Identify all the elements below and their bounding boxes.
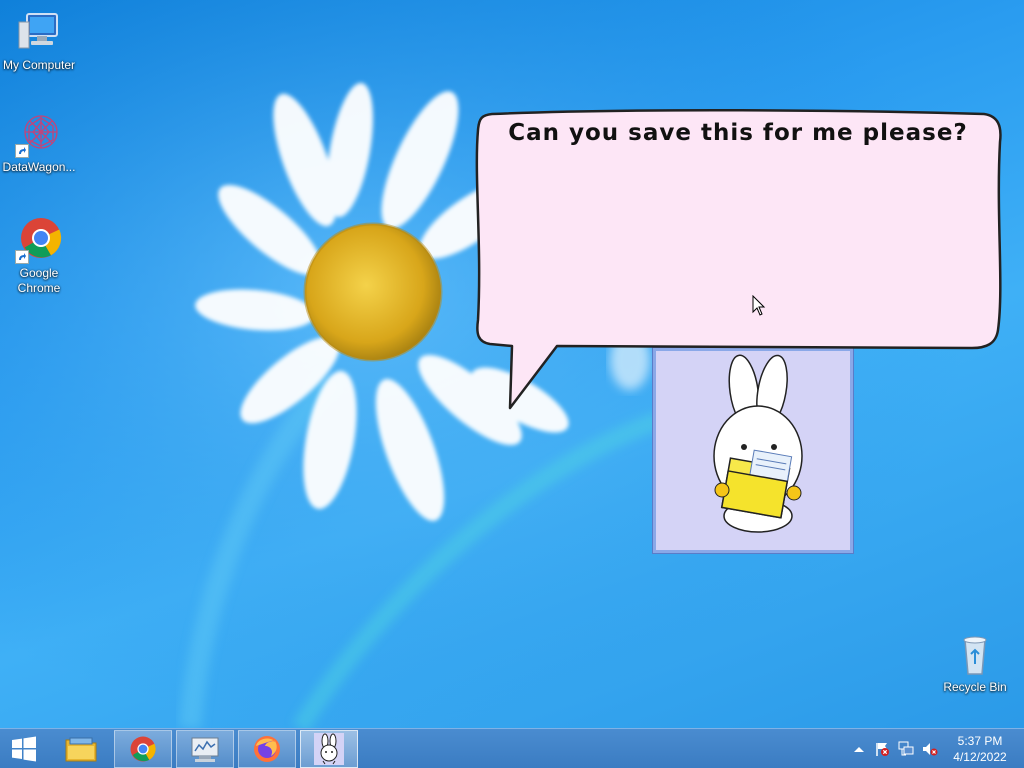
clock-date: 4/12/2022 (953, 750, 1007, 764)
recycle-bin-icon (951, 630, 999, 678)
network-icon[interactable] (898, 741, 914, 757)
bunny-agent-icon (314, 733, 344, 765)
desktop-icon-label: DataWagon... (2, 160, 76, 174)
datawagon-icon (15, 110, 63, 158)
start-button[interactable] (0, 730, 48, 768)
desktop-icon-label: Google Chrome (17, 266, 61, 295)
computer-icon (15, 8, 63, 56)
datawagon-icon (191, 737, 219, 762)
desktop-icon-recycle-bin[interactable]: Recycle Bin (936, 630, 1014, 695)
clock-time: 5:37 PM (957, 734, 1003, 748)
windows-logo-icon (12, 736, 36, 762)
mouse-cursor-icon (752, 295, 766, 316)
desktop-icon-datawagon[interactable]: DataWagon... (0, 110, 78, 175)
desktop-icon-google-chrome[interactable]: Google Chrome (0, 216, 78, 296)
chrome-icon (15, 216, 63, 264)
shortcut-arrow-icon (15, 250, 29, 264)
desktop-icon-my-computer[interactable]: My Computer (0, 8, 78, 73)
show-hidden-icon[interactable] (851, 741, 867, 757)
shortcut-arrow-icon (15, 144, 29, 158)
action-center-flag-icon[interactable] (874, 741, 890, 757)
file-explorer-icon (65, 737, 97, 762)
taskbar-firefox[interactable] (238, 730, 296, 768)
taskbar-datawagon[interactable] (176, 730, 234, 768)
taskbar: 5:37 PM 4/12/2022 (0, 728, 1024, 768)
speech-bubble (475, 108, 1002, 410)
taskbar-bunny-agent[interactable] (300, 730, 358, 768)
taskbar-chrome[interactable] (114, 730, 172, 768)
firefox-icon (254, 736, 280, 762)
desktop-icon-label: My Computer (2, 58, 76, 72)
desktop: My Computer DataWagon... Google Chrome R… (0, 0, 1024, 728)
volume-muted-icon[interactable] (922, 741, 938, 757)
chrome-icon (130, 736, 156, 762)
desktop-icon-label: Recycle Bin (943, 680, 1007, 694)
speech-bubble-text: Can you save this for me please? (508, 120, 968, 146)
system-clock[interactable]: 5:37 PM 4/12/2022 (940, 733, 1020, 765)
taskbar-file-explorer[interactable] (52, 730, 110, 768)
